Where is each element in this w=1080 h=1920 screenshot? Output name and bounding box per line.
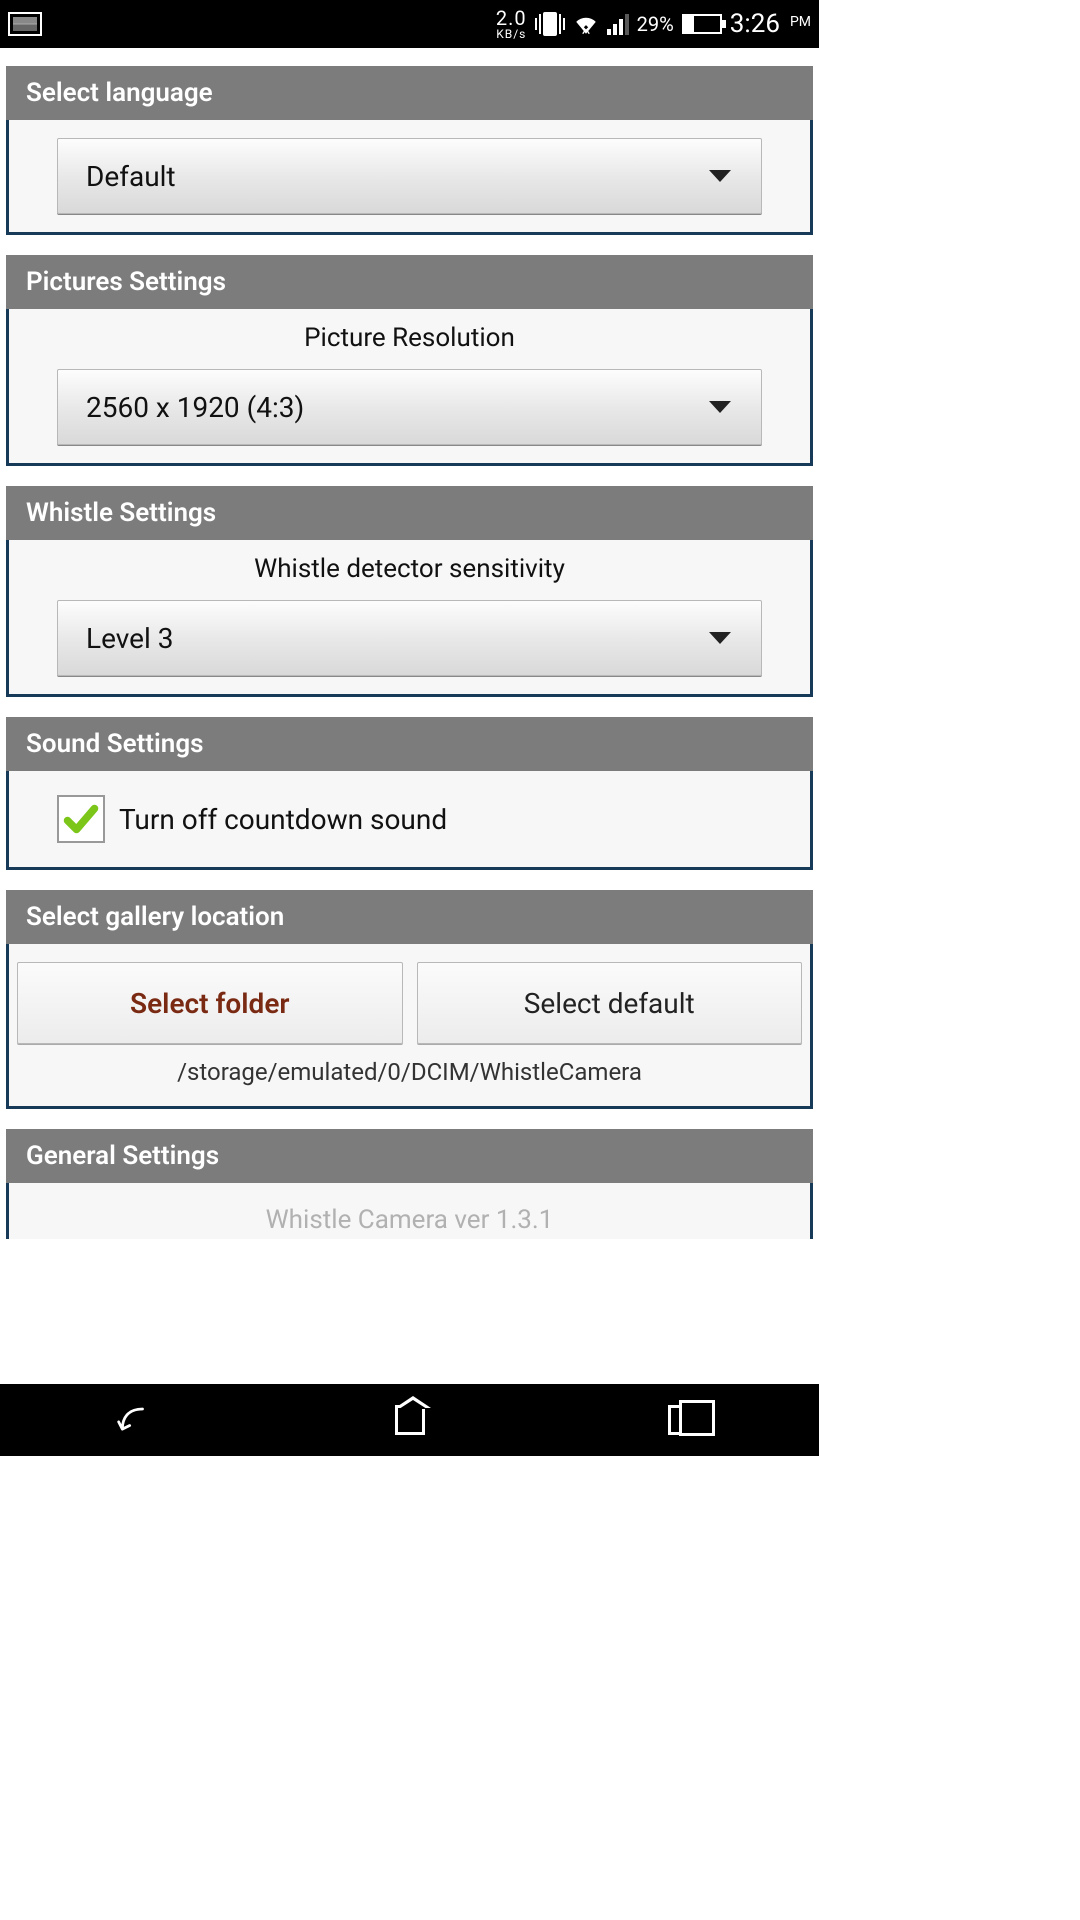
clock-ampm: PM: [790, 14, 811, 30]
settings-scroll[interactable]: Select language Default Pictures Setting…: [0, 48, 819, 1384]
section-sound: Sound Settings Turn off countdown sound: [6, 717, 813, 870]
vibrate-icon: [535, 12, 565, 36]
select-folder-button[interactable]: Select folder: [17, 962, 403, 1044]
section-header-gallery: Select gallery location: [6, 890, 813, 944]
cellular-icon: [607, 13, 629, 35]
status-bar: 2.0 KB/s 29% 3:26 PM: [0, 0, 819, 48]
section-header-language: Select language: [6, 66, 813, 120]
recent-apps-icon: [668, 1405, 698, 1435]
chevron-down-icon: [709, 401, 731, 413]
resolution-spinner[interactable]: 2560 x 1920 (4:3): [57, 369, 762, 445]
chevron-down-icon: [709, 170, 731, 182]
navigation-bar: [0, 1384, 819, 1456]
section-header-sound: Sound Settings: [6, 717, 813, 771]
whistle-sensitivity-label: Whistle detector sensitivity: [57, 554, 762, 584]
picture-resolution-label: Picture Resolution: [57, 323, 762, 353]
sensitivity-spinner[interactable]: Level 3: [57, 600, 762, 676]
battery-percent: 29%: [637, 12, 674, 36]
select-folder-label: Select folder: [130, 987, 289, 1020]
countdown-sound-row[interactable]: Turn off countdown sound: [57, 789, 762, 849]
wifi-icon: [573, 13, 599, 35]
checkmark-icon: [63, 801, 99, 837]
resolution-spinner-value: 2560 x 1920 (4:3): [86, 391, 304, 424]
select-default-label: Select default: [524, 987, 695, 1020]
app-version: Whistle Camera ver 1.3.1: [9, 1205, 810, 1235]
recent-apps-button[interactable]: [656, 1400, 710, 1440]
sensitivity-spinner-value: Level 3: [86, 622, 173, 655]
countdown-sound-label: Turn off countdown sound: [119, 803, 447, 836]
section-header-whistle: Whistle Settings: [6, 486, 813, 540]
network-speed: 2.0 KB/s: [496, 8, 527, 40]
language-spinner-value: Default: [86, 160, 176, 193]
battery-icon: [682, 14, 722, 34]
home-button[interactable]: [383, 1400, 437, 1440]
section-whistle: Whistle Settings Whistle detector sensit…: [6, 486, 813, 697]
section-header-general: General Settings: [6, 1129, 813, 1183]
countdown-sound-checkbox[interactable]: [57, 795, 105, 843]
section-pictures: Pictures Settings Picture Resolution 256…: [6, 255, 813, 466]
select-default-button[interactable]: Select default: [417, 962, 803, 1044]
clock-time: 3:26: [730, 9, 780, 39]
running-app-icon: [8, 12, 42, 36]
section-language: Select language Default: [6, 66, 813, 235]
section-gallery: Select gallery location Select folder Se…: [6, 890, 813, 1109]
language-spinner[interactable]: Default: [57, 138, 762, 214]
section-general: General Settings Whistle Camera ver 1.3.…: [6, 1129, 813, 1239]
back-button[interactable]: [110, 1400, 164, 1440]
chevron-down-icon: [709, 632, 731, 644]
home-icon: [395, 1405, 425, 1435]
section-header-pictures: Pictures Settings: [6, 255, 813, 309]
gallery-path: /storage/emulated/0/DCIM/WhistleCamera: [37, 1058, 782, 1086]
